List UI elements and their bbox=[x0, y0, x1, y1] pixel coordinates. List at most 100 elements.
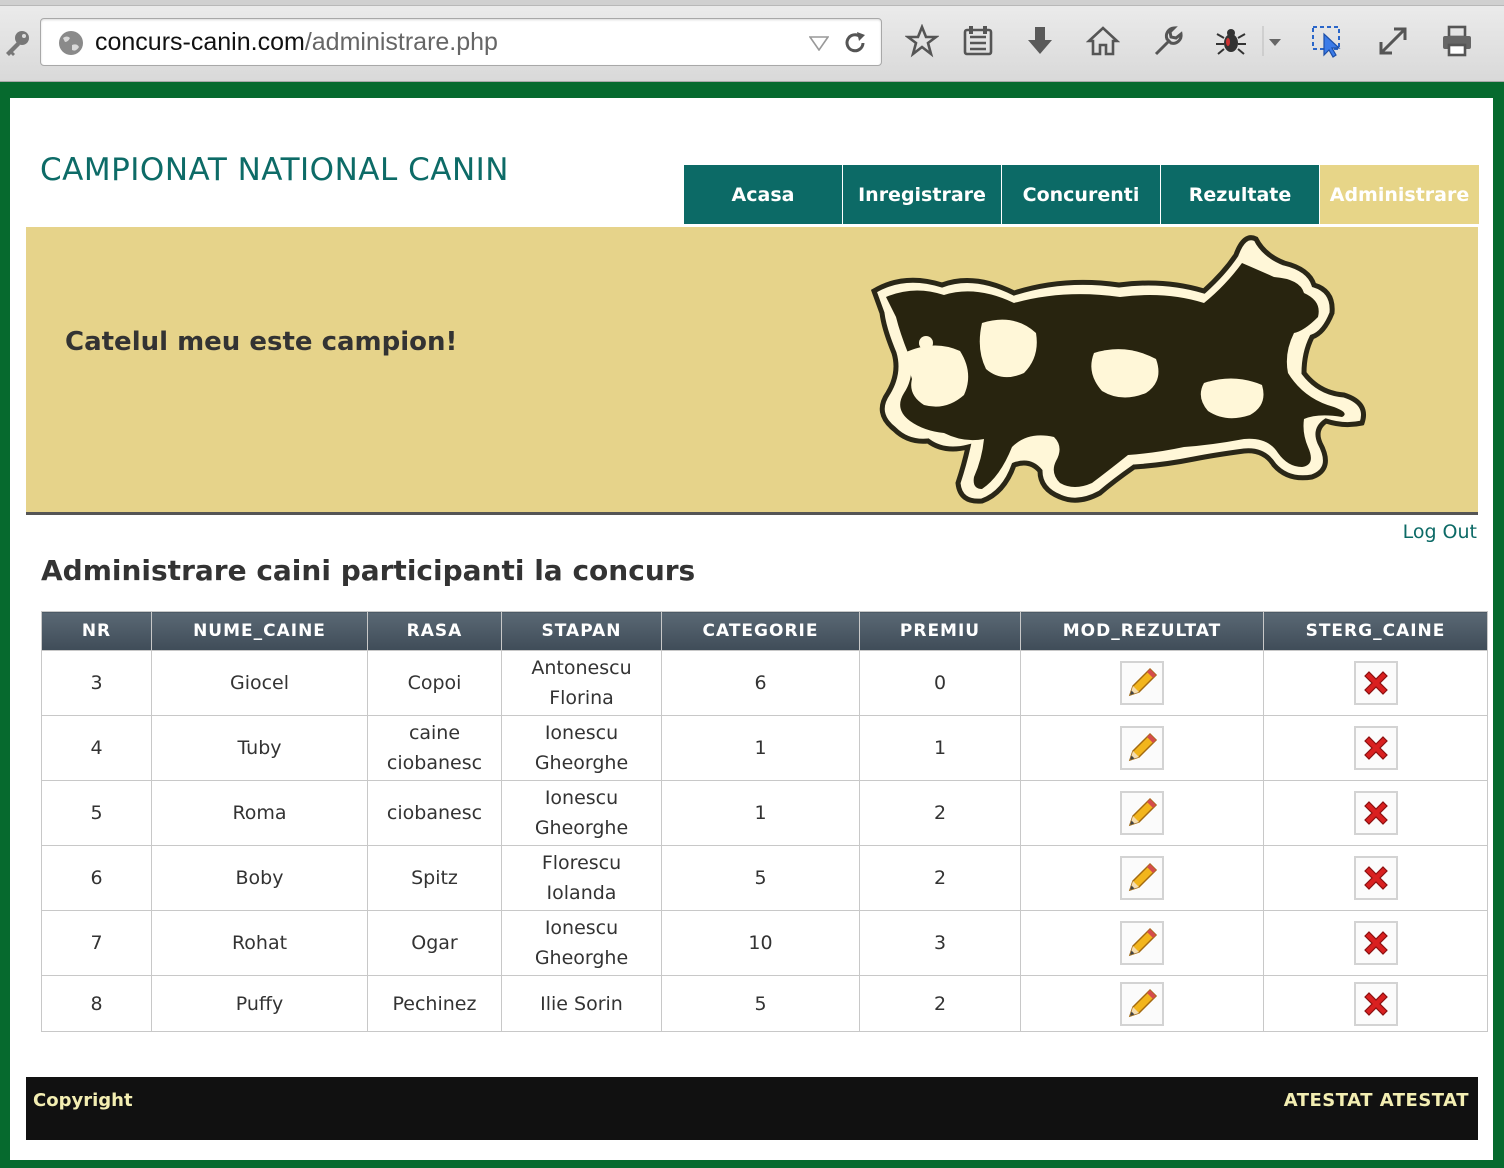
cell-stapan: Ionescu Gheorghe bbox=[501, 715, 662, 781]
print-icon[interactable] bbox=[1440, 24, 1474, 58]
red-x-icon bbox=[1363, 671, 1388, 695]
cell-delete bbox=[1263, 910, 1488, 976]
cell-edit bbox=[1020, 910, 1264, 976]
delete-dog-button[interactable] bbox=[1353, 661, 1398, 705]
table-row: 7 Rohat Ogar Ionescu Gheorghe 10 3 bbox=[41, 910, 1488, 976]
delete-dog-button[interactable] bbox=[1353, 981, 1398, 1026]
page-content: CAMPIONAT NATIONAL CANIN Acasa Inregistr… bbox=[10, 98, 1493, 1160]
cell-edit bbox=[1020, 650, 1264, 716]
delete-dog-button[interactable] bbox=[1353, 921, 1398, 965]
red-x-icon bbox=[1363, 991, 1388, 1016]
header-mod-rezultat[interactable]: MOD_REZULTAT bbox=[1020, 611, 1264, 651]
site-footer: Copyright ATESTAT ATESTAT bbox=[26, 1077, 1478, 1140]
key-icon[interactable] bbox=[2, 28, 34, 58]
home-icon[interactable] bbox=[1086, 24, 1120, 58]
bookmark-star-icon[interactable] bbox=[905, 24, 939, 58]
header-nr[interactable]: NR bbox=[41, 611, 152, 651]
cell-edit bbox=[1020, 715, 1264, 781]
cell-nume: Tuby bbox=[151, 715, 368, 781]
stapan-line: Ionescu bbox=[544, 917, 619, 939]
cell-rasa: caine ciobanesc bbox=[367, 715, 502, 781]
stapan-line: Gheorghe bbox=[534, 817, 629, 839]
cell-stapan: Ionescu Gheorghe bbox=[501, 910, 662, 976]
section-title: Administrare caini participanti la concu… bbox=[41, 554, 696, 587]
edit-result-button[interactable] bbox=[1120, 726, 1164, 770]
header-sterg-caine[interactable]: STERG_CAINE bbox=[1263, 611, 1488, 651]
pointer-select-icon[interactable] bbox=[1310, 24, 1344, 58]
cell-delete bbox=[1263, 780, 1488, 846]
pencil-icon bbox=[1128, 667, 1158, 697]
cell-stapan: Antonescu Florina bbox=[501, 650, 662, 716]
stapan-line: Florescu bbox=[541, 852, 622, 874]
cell-categorie: 1 bbox=[661, 715, 860, 781]
url-path: /administrare.php bbox=[304, 28, 498, 56]
cell-nume: Boby bbox=[151, 845, 368, 911]
download-icon[interactable] bbox=[1023, 24, 1057, 58]
cell-delete bbox=[1263, 715, 1488, 781]
pencil-icon bbox=[1128, 797, 1158, 827]
table-row: 6 Boby Spitz Florescu Iolanda 5 2 bbox=[41, 845, 1488, 911]
cell-categorie: 5 bbox=[661, 845, 860, 911]
dropdown-triangle-icon[interactable] bbox=[809, 35, 829, 51]
cell-delete bbox=[1263, 650, 1488, 716]
table-row: 4 Tuby caine ciobanesc Ionescu Gheorghe 1 … bbox=[41, 715, 1488, 781]
reading-list-icon[interactable] bbox=[961, 24, 995, 58]
page-frame: CAMPIONAT NATIONAL CANIN Acasa Inregistr… bbox=[0, 82, 1504, 1168]
tab-strip bbox=[0, 0, 1504, 6]
header-categorie[interactable]: CATEGORIE bbox=[661, 611, 860, 651]
reload-icon[interactable] bbox=[841, 29, 869, 57]
cell-edit bbox=[1020, 845, 1264, 911]
cell-rasa: ciobanesc bbox=[367, 780, 502, 846]
stapan-line: Iolanda bbox=[546, 882, 617, 904]
edit-result-button[interactable] bbox=[1120, 921, 1164, 965]
browser-toolbar: concurs-canin.com/administrare.php bbox=[0, 0, 1504, 82]
cell-premiu: 2 bbox=[859, 780, 1021, 846]
nav-rezultate[interactable]: Rezultate bbox=[1161, 165, 1320, 224]
firebug-bug-icon[interactable] bbox=[1214, 24, 1248, 58]
cell-edit bbox=[1020, 780, 1264, 846]
cell-stapan: Florescu Iolanda bbox=[501, 845, 662, 911]
delete-dog-button[interactable] bbox=[1353, 856, 1398, 900]
cell-stapan: Ilie Sorin bbox=[501, 975, 662, 1032]
header-premiu[interactable]: PREMIU bbox=[859, 611, 1021, 651]
delete-dog-button[interactable] bbox=[1353, 791, 1398, 835]
url-text[interactable]: concurs-canin.com/administrare.php bbox=[95, 28, 498, 57]
wrench-icon[interactable] bbox=[1150, 24, 1184, 58]
cell-nr: 5 bbox=[41, 780, 152, 846]
rasa-line: caine bbox=[408, 722, 461, 744]
dog-logo bbox=[870, 235, 1366, 504]
stapan-line: Gheorghe bbox=[534, 947, 629, 969]
site-title: CAMPIONAT NATIONAL CANIN bbox=[40, 152, 509, 188]
cell-delete bbox=[1263, 845, 1488, 911]
footer-copyright: Copyright bbox=[33, 1090, 133, 1111]
delete-dog-button[interactable] bbox=[1353, 726, 1398, 770]
url-domain: concurs-canin.com bbox=[95, 28, 305, 56]
header-stapan[interactable]: STAPAN bbox=[501, 611, 662, 651]
logout-link[interactable]: Log Out bbox=[1403, 521, 1477, 543]
red-x-icon bbox=[1363, 801, 1388, 825]
cell-rasa: Copoi bbox=[367, 650, 502, 716]
edit-result-button[interactable] bbox=[1120, 661, 1164, 705]
cell-rasa: Ogar bbox=[367, 910, 502, 976]
red-x-icon bbox=[1363, 931, 1388, 955]
cell-nr: 3 bbox=[41, 650, 152, 716]
header-nume-caine[interactable]: NUME_CAINE bbox=[151, 611, 368, 651]
edit-result-button[interactable] bbox=[1120, 791, 1164, 835]
rasa-line: ciobanesc bbox=[386, 752, 483, 774]
nav-inregistrare[interactable]: Inregistrare bbox=[843, 165, 1002, 224]
menu-dropdown-icon[interactable] bbox=[1262, 24, 1286, 58]
edit-result-button[interactable] bbox=[1120, 981, 1164, 1026]
nav-administrare[interactable]: Administrare bbox=[1320, 165, 1479, 224]
nav-concurenti[interactable]: Concurenti bbox=[1002, 165, 1161, 224]
cell-nume: Rohat bbox=[151, 910, 368, 976]
main-nav: Acasa Inregistrare Concurenti Rezultate … bbox=[684, 165, 1479, 224]
cell-nume: Puffy bbox=[151, 975, 368, 1032]
edit-result-button[interactable] bbox=[1120, 856, 1164, 900]
nav-acasa[interactable]: Acasa bbox=[684, 165, 843, 224]
table-row: 8 Puffy Pechinez Ilie Sorin 5 2 bbox=[41, 975, 1488, 1032]
address-bar[interactable]: concurs-canin.com/administrare.php bbox=[40, 18, 882, 66]
header-rasa[interactable]: RASA bbox=[367, 611, 502, 651]
cell-delete bbox=[1263, 975, 1488, 1032]
stapan-line: Ionescu bbox=[544, 787, 619, 809]
fullscreen-icon[interactable] bbox=[1376, 24, 1410, 58]
